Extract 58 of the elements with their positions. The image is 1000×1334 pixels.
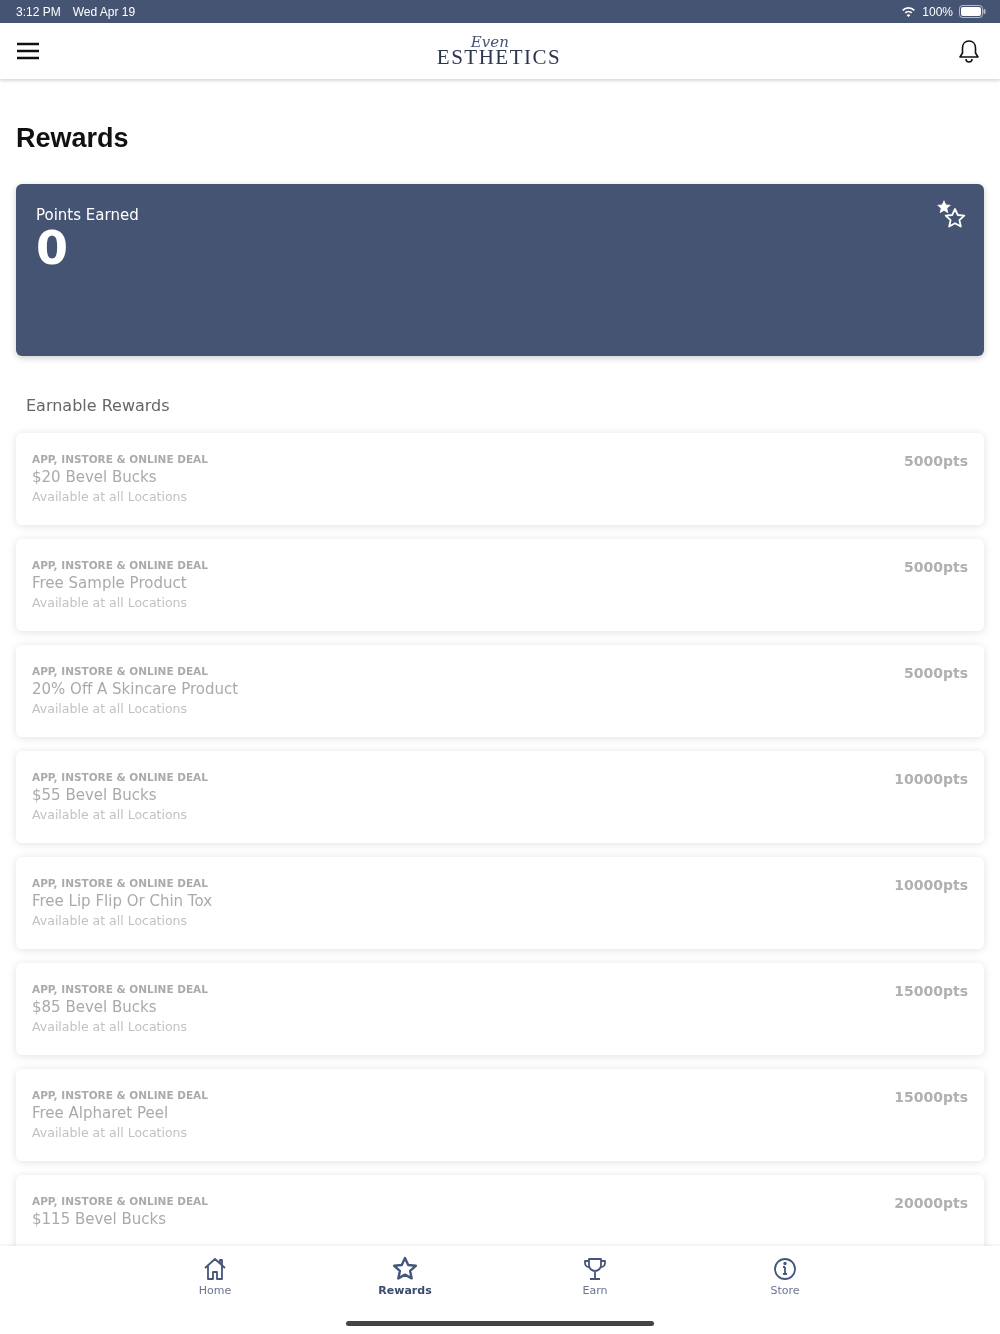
reward-card[interactable]: APP, INSTORE & ONLINE DEAL 20% Off A Skincare Product Available at all Locations 5000pts — [16, 645, 984, 737]
reward-points: 10000pts — [894, 877, 968, 895]
reward-name: $20 Bevel Bucks — [32, 468, 158, 486]
status-date: Wed Apr 19 — [72, 4, 136, 19]
reward-name: $85 Bevel Bucks — [32, 998, 158, 1016]
reward-tag: APP, INSTORE & ONLINE DEAL — [32, 983, 208, 995]
trophy-icon — [582, 1256, 608, 1282]
reward-location: Available at all Locations — [32, 595, 189, 610]
reward-points: 5000pts — [904, 559, 968, 577]
reward-name: $55 Bevel Bucks — [32, 786, 158, 804]
reward-card[interactable]: APP, INSTORE & ONLINE DEAL $20 Bevel Bucks Available at all Locations 5000pts — [16, 433, 984, 525]
reward-tag: APP, INSTORE & ONLINE DEAL — [32, 1195, 208, 1207]
reward-location: Available at all Locations — [32, 701, 189, 716]
status-time: 3:12 PM — [16, 4, 61, 19]
reward-card[interactable]: APP, INSTORE & ONLINE DEAL $85 Bevel Bucks Available at all Locations 15000pts — [16, 963, 984, 1055]
reward-name: Free Alpharet Peel — [32, 1104, 170, 1122]
points-label: Points Earned — [36, 206, 140, 224]
reward-card[interactable]: APP, INSTORE & ONLINE DEAL Free Alpharet Peel Available at all Locations 15000pts — [16, 1069, 984, 1161]
wifi-icon — [901, 6, 917, 17]
battery-percent: 100% — [922, 4, 953, 19]
reward-location: Available at all Locations — [32, 1125, 189, 1140]
reward-card[interactable]: APP, INSTORE & ONLINE DEAL Free Sample Product Available at all Locations 5000pts — [16, 539, 984, 631]
info-icon — [772, 1256, 798, 1282]
reward-location: Available at all Locations — [32, 807, 189, 822]
nav-tab[interactable]: Store — [745, 1256, 825, 1304]
page-title: Rewards — [16, 123, 130, 154]
nav-tab[interactable]: Home — [175, 1256, 255, 1304]
menu-icon[interactable] — [16, 42, 40, 60]
reward-name: $115 Bevel Bucks — [32, 1210, 168, 1228]
reward-points: 20000pts — [894, 1195, 968, 1213]
reward-points: 5000pts — [904, 665, 968, 683]
points-value: 0 — [36, 224, 69, 273]
reward-card[interactable]: APP, INSTORE & ONLINE DEAL $55 Bevel Bucks Available at all Locations 10000pts — [16, 751, 984, 843]
reward-tag: APP, INSTORE & ONLINE DEAL — [32, 453, 208, 465]
reward-tag: APP, INSTORE & ONLINE DEAL — [32, 771, 208, 783]
reward-points: 10000pts — [894, 771, 968, 789]
reward-tag: APP, INSTORE & ONLINE DEAL — [32, 877, 213, 889]
reward-card[interactable]: APP, INSTORE & ONLINE DEAL $115 Bevel Bucks 20000pts — [16, 1175, 984, 1246]
battery-icon — [959, 5, 986, 18]
reward-tag: APP, INSTORE & ONLINE DEAL — [32, 1089, 208, 1101]
reward-name: 20% Off A Skincare Product — [32, 680, 239, 698]
reward-points: 5000pts — [904, 453, 968, 471]
nav-tab[interactable]: Earn — [555, 1256, 635, 1304]
reward-card[interactable]: APP, INSTORE & ONLINE DEAL Free Lip Flip Or Chin Tox Available at all Locations 10000pts — [16, 857, 984, 949]
reward-name: Free Lip Flip Or Chin Tox — [32, 892, 213, 910]
reward-location: Available at all Locations — [32, 489, 189, 504]
reward-tag: APP, INSTORE & ONLINE DEAL — [32, 559, 208, 571]
reward-tag: APP, INSTORE & ONLINE DEAL — [32, 665, 239, 677]
nav-tab[interactable]: Rewards — [365, 1256, 445, 1304]
star-icon — [392, 1256, 418, 1282]
reward-location: Available at all Locations — [32, 1019, 189, 1034]
reward-name: Free Sample Product — [32, 574, 188, 592]
house-icon — [202, 1256, 228, 1282]
section-title: Earnable Rewards — [26, 396, 171, 415]
reward-location: Available at all Locations — [32, 913, 189, 928]
bell-icon[interactable] — [958, 39, 980, 63]
reward-points: 15000pts — [894, 1089, 968, 1107]
reward-points: 15000pts — [894, 983, 968, 1001]
